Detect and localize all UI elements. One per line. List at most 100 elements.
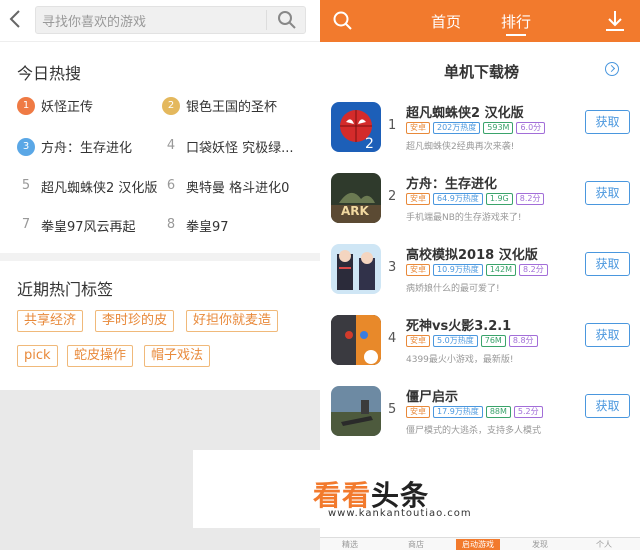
tag-chip[interactable]: pick bbox=[17, 345, 58, 367]
os-badge: 安卓 bbox=[406, 122, 430, 134]
download-icon[interactable] bbox=[604, 9, 626, 37]
game-row[interactable]: 3 高校模拟2018 汉化版 安卓 10.9万热度 142M 8.2分 病娇娘什么的最… bbox=[320, 236, 640, 307]
game-desc: 病娇娘什么的最可爱了! bbox=[406, 284, 500, 294]
game-name: 僵尸启示 bbox=[406, 390, 459, 405]
search-placeholder: 寻找你喜欢的游戏 bbox=[42, 15, 147, 30]
game-rank: 1 bbox=[388, 118, 397, 133]
game-badges: 安卓 5.0万热度 76M 8.8分 bbox=[406, 335, 541, 347]
zombie-game-icon bbox=[331, 386, 381, 436]
tag-chip[interactable]: 帽子戏法 bbox=[144, 345, 211, 367]
silver-medal-icon: 2 bbox=[162, 96, 180, 115]
svg-text:2: 2 bbox=[365, 136, 374, 152]
size-badge: 593M bbox=[483, 122, 514, 134]
bottom-nav: 精选 商店 启动游戏 发现 个人 bbox=[320, 537, 640, 550]
bleach-vs-naruto-game-icon bbox=[331, 315, 381, 365]
game-row[interactable]: 4 死神vs火影3.2.1 安卓 5.0万热度 76M 8.8分 4399最火小游戏，… bbox=[320, 307, 640, 378]
game-desc: 4399最火小游戏，最新版! bbox=[406, 355, 514, 365]
svg-text:ARK: ARK bbox=[341, 204, 370, 218]
tag-chip[interactable]: 好担你就麦造 bbox=[186, 310, 279, 332]
tag-chip[interactable]: 李时珍的皮 bbox=[95, 310, 175, 332]
hot-item-label: 口袋妖怪 究极绿... bbox=[186, 141, 294, 156]
blue-medal-icon: 3 bbox=[17, 137, 35, 156]
nav-item-featured[interactable]: 精选 bbox=[342, 539, 358, 550]
get-button[interactable]: 获取 bbox=[585, 110, 630, 134]
watermark-url: www.kankantoutiao.com bbox=[328, 508, 472, 519]
hot-item-label: 银色王国的圣杯 bbox=[186, 100, 278, 115]
nav-item-launch-game[interactable]: 启动游戏 bbox=[456, 539, 500, 550]
game-badges: 安卓 10.9万热度 142M 8.2分 bbox=[406, 264, 551, 276]
hot-item[interactable]: 6 奥特曼 格斗进化0 bbox=[162, 177, 290, 199]
game-name: 方舟：生存进化 bbox=[406, 177, 498, 192]
heat-badge: 5.0万热度 bbox=[433, 335, 478, 347]
game-desc: 僵尸模式的大逃杀，支持多人模式 bbox=[406, 426, 542, 436]
search-bar: 寻找你喜欢的游戏 bbox=[0, 0, 320, 42]
get-button[interactable]: 获取 bbox=[585, 252, 630, 276]
hot-item-label: 超凡蜘蛛侠2 汉化版 bbox=[41, 181, 158, 196]
score-badge: 5.2分 bbox=[513, 406, 543, 418]
game-desc: 超凡蜘蛛侠2经典再次来袭! bbox=[406, 142, 515, 152]
hot-item-label: 方舟：生存进化 bbox=[41, 141, 133, 156]
nav-item-store[interactable]: 商店 bbox=[408, 539, 424, 550]
game-row[interactable]: ARK 2 方舟：生存进化 安卓 64.9万热度 1.9G 8.2分 手机端最NB的生… bbox=[320, 165, 640, 236]
size-badge: 1.9G bbox=[485, 193, 513, 205]
back-arrow-icon[interactable] bbox=[8, 8, 28, 32]
game-rank: 2 bbox=[388, 189, 397, 204]
top-header: 首页 排行 bbox=[320, 0, 640, 42]
game-row[interactable]: 2 1 超凡蜘蛛侠2 汉化版 安卓 202万热度 593M 6.0分 超凡蜘蛛侠2经典… bbox=[320, 94, 640, 165]
hot-item-rank: 7 bbox=[21, 216, 31, 232]
hot-item-rank: 6 bbox=[166, 177, 176, 193]
game-rank: 4 bbox=[388, 331, 397, 346]
hot-item-label: 妖怪正传 bbox=[41, 100, 94, 115]
size-badge: 76M bbox=[480, 335, 506, 347]
tab-ranking[interactable]: 排行 bbox=[501, 11, 531, 32]
os-badge: 安卓 bbox=[406, 264, 430, 276]
hot-item[interactable]: 2 银色王国的圣杯 bbox=[162, 96, 277, 118]
hot-today-title: 今日热搜 bbox=[17, 64, 82, 83]
nav-item-discover[interactable]: 发现 bbox=[532, 539, 548, 550]
get-button[interactable]: 获取 bbox=[585, 323, 630, 347]
hot-item[interactable]: 3 方舟：生存进化 bbox=[17, 137, 132, 159]
game-rank: 3 bbox=[388, 260, 397, 275]
search-input[interactable]: 寻找你喜欢的游戏 bbox=[35, 6, 306, 34]
os-badge: 安卓 bbox=[406, 335, 430, 347]
score-badge: 6.0分 bbox=[516, 122, 546, 134]
game-rank: 5 bbox=[388, 402, 397, 417]
get-button[interactable]: 获取 bbox=[585, 394, 630, 418]
search-icon[interactable] bbox=[276, 9, 298, 35]
hot-item-rank: 8 bbox=[166, 216, 176, 232]
heat-badge: 10.9万热度 bbox=[433, 264, 483, 276]
tag-chip[interactable]: 共享经济 bbox=[17, 310, 84, 332]
search-icon[interactable] bbox=[332, 10, 354, 36]
hot-item[interactable]: 7 拳皇97风云再起 bbox=[17, 216, 136, 238]
hot-item[interactable]: 4 口袋妖怪 究极绿... bbox=[162, 137, 294, 159]
watermark: 看看头条 www.kankantoutiao.com bbox=[193, 450, 633, 528]
tag-chip[interactable]: 蛇皮操作 bbox=[67, 345, 134, 367]
nav-item-profile[interactable]: 个人 bbox=[596, 539, 612, 550]
active-tab-indicator bbox=[506, 34, 526, 36]
ranking-title: 单机下载榜 bbox=[444, 63, 520, 81]
heat-badge: 17.9万热度 bbox=[433, 406, 483, 418]
recent-tags-title: 近期热门标签 bbox=[17, 280, 114, 299]
hot-item[interactable]: 5 超凡蜘蛛侠2 汉化版 bbox=[17, 177, 158, 199]
game-name: 死神vs火影3.2.1 bbox=[406, 319, 512, 334]
hot-item[interactable]: 1 妖怪正传 bbox=[17, 96, 93, 118]
heat-badge: 64.9万热度 bbox=[433, 193, 483, 205]
hot-item-label: 拳皇97 bbox=[186, 220, 229, 235]
hot-item-rank: 5 bbox=[21, 177, 31, 193]
size-badge: 88M bbox=[485, 406, 511, 418]
os-badge: 安卓 bbox=[406, 406, 430, 418]
school-sim-game-icon bbox=[331, 244, 381, 294]
score-badge: 8.2分 bbox=[515, 193, 545, 205]
search-divider bbox=[266, 10, 267, 30]
more-arrow-icon[interactable] bbox=[605, 62, 619, 76]
get-button[interactable]: 获取 bbox=[585, 181, 630, 205]
hot-item-label: 奥特曼 格斗进化0 bbox=[186, 181, 290, 196]
game-row[interactable]: 5 僵尸启示 安卓 17.9万热度 88M 5.2分 僵尸模式的大逃杀，支持多人模式 … bbox=[320, 378, 640, 449]
tab-home[interactable]: 首页 bbox=[431, 11, 461, 32]
hot-item-rank: 4 bbox=[166, 137, 176, 153]
game-name: 超凡蜘蛛侠2 汉化版 bbox=[406, 106, 524, 121]
hot-item[interactable]: 8 拳皇97 bbox=[162, 216, 229, 238]
game-badges: 安卓 202万热度 593M 6.0分 bbox=[406, 122, 548, 134]
heat-badge: 202万热度 bbox=[433, 122, 481, 134]
spiderman-game-icon: 2 bbox=[331, 102, 381, 152]
